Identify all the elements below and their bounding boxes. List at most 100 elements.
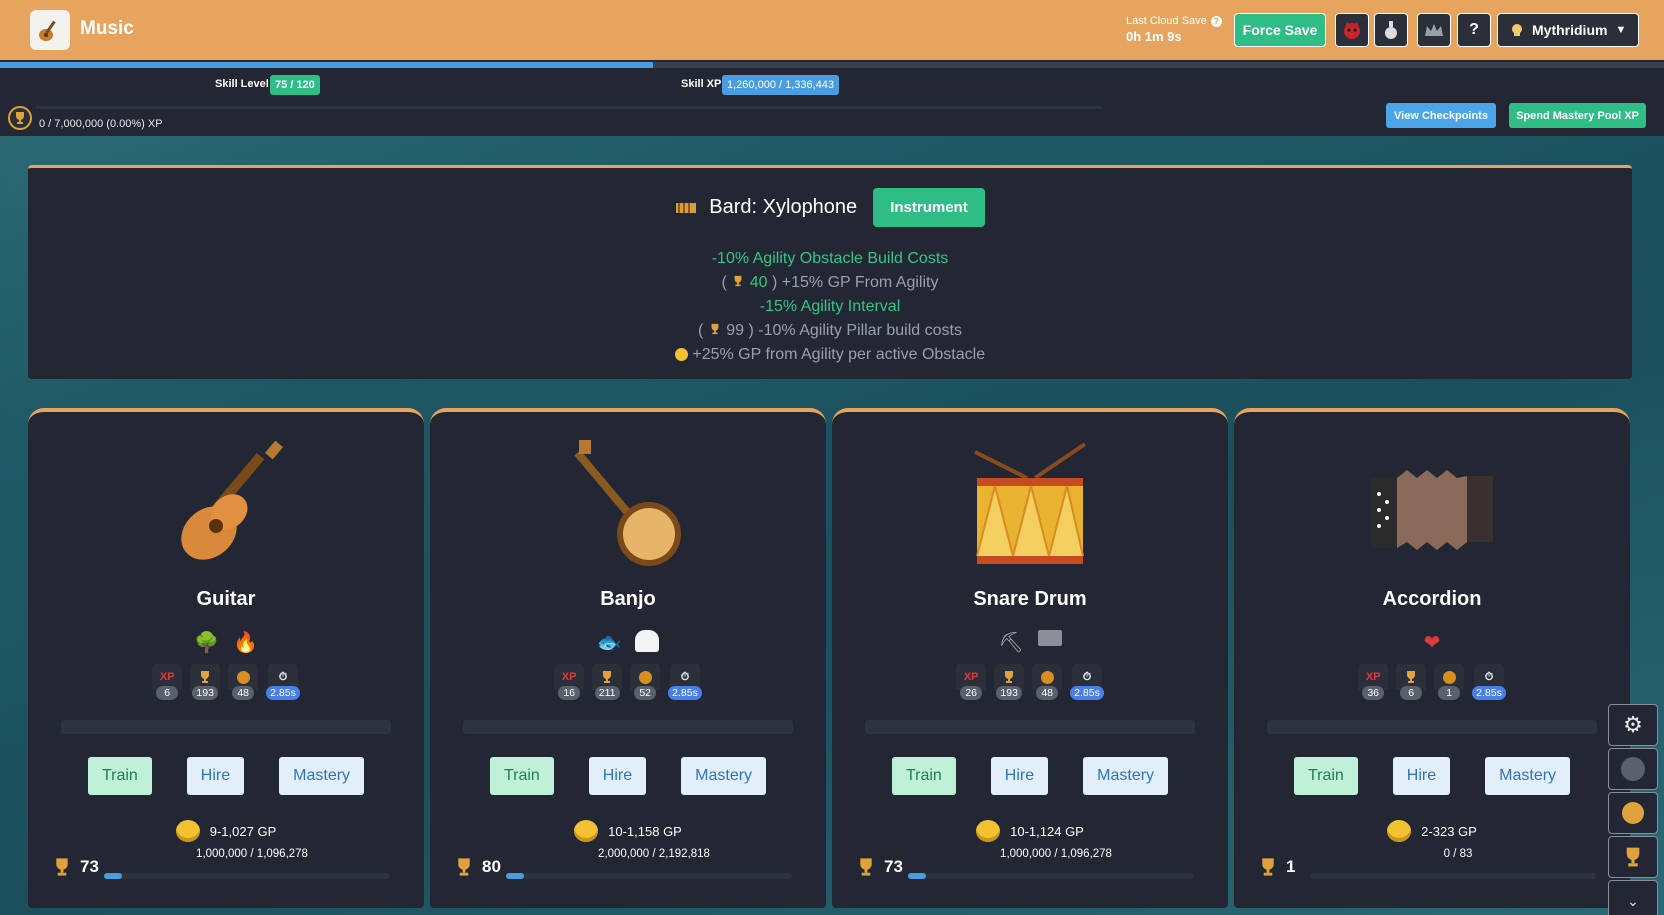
- red-demon-icon: [1344, 22, 1360, 39]
- instrument-requirements: ❤: [1234, 630, 1630, 655]
- coin-icon: [674, 348, 688, 362]
- xylophone-icon: [676, 202, 697, 213]
- interval-value: 2.85s: [668, 686, 702, 700]
- modifier-line: +25% GP from Agility per active Obstacle: [28, 343, 1632, 367]
- mastery-fill: [104, 873, 122, 879]
- question-icon[interactable]: ?: [1210, 15, 1222, 27]
- crown-button[interactable]: [1417, 13, 1451, 47]
- account-name: Mythridium: [1532, 22, 1608, 38]
- bard-title: Bard: Xylophone: [709, 196, 858, 218]
- mastery-progress: 80 2,000,000 / 2,192,818: [454, 848, 804, 882]
- mastery-progress: 73 1,000,000 / 1,096,278: [52, 848, 402, 882]
- spend-mastery-pool-button[interactable]: Spend Mastery Pool XP: [1509, 103, 1646, 128]
- coins-icon: [1387, 820, 1412, 842]
- instrument-stats: XP 16 211 52 ⏱ 2.85s: [430, 664, 826, 700]
- mastery-track: [104, 873, 390, 879]
- last-cloud-save: Last Cloud Save? 0h 1m 9s: [1126, 15, 1222, 44]
- settings-button[interactable]: ⚙: [1608, 704, 1658, 746]
- pool-xp-value: 1: [1438, 686, 1461, 700]
- modifier-text: ) +15% GP From Agility: [772, 274, 939, 291]
- banjo-image: [430, 438, 826, 568]
- skill-xp-badge: 1,260,000 / 1,336,443: [722, 75, 840, 95]
- trophy-icon: [708, 319, 722, 343]
- mastery-level-value: 1: [1286, 857, 1296, 876]
- anvil-icon: [1037, 630, 1062, 646]
- stat-xp: XP 16: [554, 664, 585, 700]
- pool-xp-value: 48: [1036, 686, 1059, 700]
- stat-xp: XP 36: [1358, 664, 1389, 700]
- mastery-button[interactable]: Mastery: [279, 757, 365, 795]
- card-actions: Train Hire Mastery: [832, 757, 1228, 795]
- stat-mastery-xp: 193: [994, 664, 1025, 700]
- skill-level-badge: 75 / 120: [270, 75, 320, 95]
- devil-icon-button[interactable]: [1335, 13, 1369, 47]
- mastery-fill: [506, 873, 524, 879]
- train-button[interactable]: Train: [87, 757, 152, 795]
- chevron-down-icon: ▼: [1615, 24, 1627, 36]
- instrument-button[interactable]: Instrument: [873, 188, 985, 227]
- modifier-text: ) -10% Agility Pillar build costs: [748, 322, 962, 339]
- campfire-icon: 🔥: [233, 632, 258, 654]
- mastery-button[interactable]: Mastery: [681, 757, 767, 795]
- top-header: Music Last Cloud Save? 0h 1m 9s Force Sa…: [0, 0, 1664, 60]
- stat-pool-xp: 48: [228, 664, 259, 700]
- chevron-down-icon: ⌄: [1627, 892, 1639, 909]
- mastery-xp-value: 193: [192, 686, 218, 700]
- pet-button[interactable]: [1608, 748, 1658, 790]
- mastery-track: [506, 873, 792, 879]
- tree-icon: 🌳: [194, 632, 219, 654]
- modifier-text: +25% GP from Agility per active Obstacle: [692, 346, 986, 363]
- hire-button[interactable]: Hire: [588, 757, 647, 795]
- paren-open: (: [698, 322, 704, 339]
- stat-pool-xp: 52: [630, 664, 661, 700]
- medal-icon: [1622, 802, 1644, 824]
- instrument-stats: XP 36 6 1 ⏱ 2.85s: [1234, 664, 1630, 700]
- bard-modifiers: -10% Agility Obstacle Build Costs ( 40 )…: [28, 247, 1632, 367]
- skull-icon: [1512, 24, 1522, 36]
- pool-xp-value: 52: [634, 686, 657, 700]
- help-button[interactable]: ?: [1457, 13, 1491, 47]
- instrument-name: Guitar: [196, 588, 256, 610]
- stat-mastery-xp: 6: [1396, 664, 1427, 700]
- gear-icon: ⚙: [1623, 712, 1643, 737]
- modifier-line: -15% Agility Interval: [759, 298, 901, 315]
- coins-icon: [574, 820, 599, 842]
- train-button[interactable]: Train: [489, 757, 554, 795]
- xp-value: 36: [1362, 686, 1385, 700]
- train-button[interactable]: Train: [891, 757, 956, 795]
- xp-value: 26: [960, 686, 983, 700]
- action-progress-bar: [61, 720, 391, 734]
- mastery-side-button[interactable]: [1608, 836, 1658, 878]
- interval-value: 2.85s: [1472, 686, 1506, 700]
- music-skill-icon: [30, 10, 70, 50]
- mastery-button[interactable]: Mastery: [1083, 757, 1169, 795]
- modifier-line: ( 99 ) -10% Agility Pillar build costs: [28, 319, 1632, 343]
- hire-button[interactable]: Hire: [1392, 757, 1451, 795]
- instrument-requirements: 🌳 🔥: [28, 630, 424, 655]
- stat-interval: ⏱ 2.85s: [266, 664, 300, 700]
- potion-icon: [1385, 21, 1397, 39]
- hire-button[interactable]: Hire: [186, 757, 245, 795]
- potion-button[interactable]: [1374, 13, 1408, 47]
- help-label: ?: [1469, 21, 1479, 38]
- mastery-level-value: 73: [884, 857, 903, 876]
- cloud-save-label: Last Cloud Save: [1126, 15, 1207, 27]
- side-toolbar: ⚙ ⌄: [1608, 704, 1658, 915]
- train-button[interactable]: Train: [1293, 757, 1358, 795]
- fish-icon: 🐟: [596, 632, 622, 654]
- view-checkpoints-button[interactable]: View Checkpoints: [1386, 103, 1496, 128]
- trophy-icon: [1626, 847, 1640, 867]
- instrument-card-snare-drum: Snare Drum ⛏ XP 26 193 48 ⏱ 2.85s Train Hi…: [832, 408, 1228, 908]
- account-dropdown[interactable]: Mythridium ▼: [1497, 13, 1639, 47]
- badge-button[interactable]: [1608, 792, 1658, 834]
- mastery-pool-track: [36, 106, 1102, 109]
- coins-icon: [175, 820, 200, 842]
- hire-button[interactable]: Hire: [990, 757, 1049, 795]
- trophy-icon: [1262, 858, 1274, 876]
- force-save-button[interactable]: Force Save: [1234, 13, 1326, 47]
- mastery-button[interactable]: Mastery: [1485, 757, 1571, 795]
- guitar-image: [28, 438, 424, 568]
- cloud-save-time: 0h 1m 9s: [1126, 29, 1182, 44]
- collapse-button[interactable]: ⌄: [1608, 880, 1658, 915]
- xp-value: 6: [156, 686, 179, 700]
